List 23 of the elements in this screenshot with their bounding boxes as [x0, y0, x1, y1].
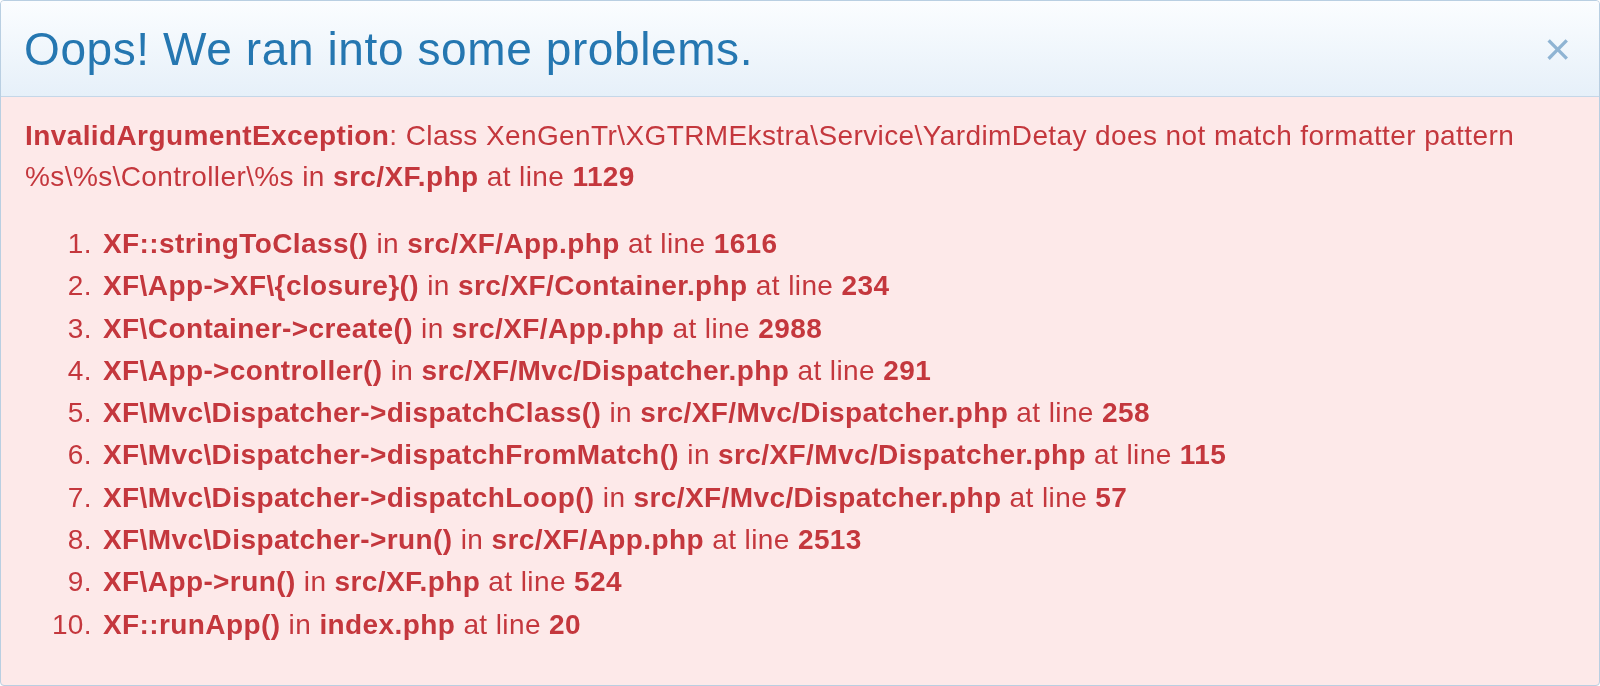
trace-line: XF\App->run() in src/XF.php at line 524 [103, 566, 622, 599]
trace-number: 1. [66, 228, 93, 260]
trace-number: 6. [66, 439, 93, 472]
dialog-title: Oops! We ran into some problems. [24, 21, 754, 76]
trace-number: 8. [66, 524, 93, 557]
error-message: InvalidArgumentException: Class XenGenTr\XGTRMEkstra\Service\YardimDetay does not match formatter pattern %s\%s\Controller\%s in src/XF.php at line 1129 [25, 119, 1516, 194]
trace-number: 5. [66, 397, 93, 430]
trace-line: XF\Mvc\Dispatcher->dispatchFromMatch() in src/XF/Mvc/Dispatcher.php at line 115 [103, 439, 1227, 472]
trace-number: 10. [50, 608, 93, 641]
trace-line: XF::stringToClass() in src/XF/App.php at line 1616 [103, 228, 778, 260]
trace-number: 3. [66, 312, 93, 345]
trace-line: XF\App->XF\{closure}() in src/XF/Container.php at line 234 [103, 270, 890, 303]
trace-line: XF\Container->create() in src/XF/App.php at line 2988 [103, 312, 823, 345]
close-button[interactable]: × [1540, 25, 1575, 72]
trace-number: 7. [66, 481, 93, 514]
trace-line: XF\App->controller() in src/XF/Mvc/Dispatcher.php at line 291 [103, 354, 932, 387]
trace-number: 2. [66, 270, 93, 303]
trace-number: 9. [66, 566, 93, 599]
trace-line: XF\Mvc\Dispatcher->run() in src/XF/App.php at line 2513 [103, 524, 862, 557]
trace-line: XF\Mvc\Dispatcher->dispatchClass() in src/XF/Mvc/Dispatcher.php at line 258 [103, 397, 1150, 430]
trace-line: XF::runApp() in index.php at line 20 [103, 608, 582, 641]
trace-number: 4. [66, 354, 93, 387]
trace-line: XF\Mvc\Dispatcher->dispatchLoop() in src/XF/Mvc/Dispatcher.php at line 57 [103, 481, 1128, 514]
